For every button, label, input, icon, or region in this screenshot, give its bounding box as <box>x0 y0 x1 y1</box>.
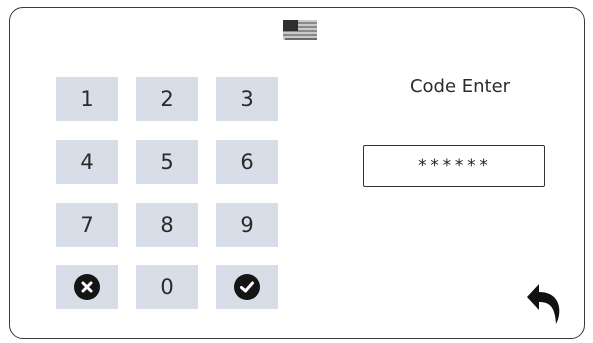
key-label: 3 <box>240 87 254 111</box>
key-label: 4 <box>80 150 94 174</box>
key-3[interactable]: 3 <box>216 77 278 121</box>
key-4[interactable]: 4 <box>56 140 118 184</box>
code-title: Code Enter <box>409 76 511 97</box>
key-2[interactable]: 2 <box>136 77 198 121</box>
code-input[interactable]: ****** <box>363 145 545 187</box>
key-label: 8 <box>160 213 174 237</box>
clear-icon <box>74 274 100 300</box>
key-label: 1 <box>80 87 94 111</box>
key-7[interactable]: 7 <box>56 203 118 247</box>
back-arrow-icon[interactable] <box>525 282 565 326</box>
key-label: 9 <box>240 213 254 237</box>
key-label: 6 <box>240 150 254 174</box>
key-9[interactable]: 9 <box>216 203 278 247</box>
key-label: 7 <box>80 213 94 237</box>
key-1[interactable]: 1 <box>56 77 118 121</box>
confirm-icon <box>234 274 260 300</box>
key-0[interactable]: 0 <box>136 265 198 309</box>
key-6[interactable]: 6 <box>216 140 278 184</box>
key-5[interactable]: 5 <box>136 140 198 184</box>
key-label: 2 <box>160 87 174 111</box>
key-label: 5 <box>160 150 174 174</box>
key-8[interactable]: 8 <box>136 203 198 247</box>
confirm-button[interactable] <box>216 265 278 309</box>
us-flag-icon[interactable] <box>283 20 317 40</box>
key-label: 0 <box>160 275 174 299</box>
clear-button[interactable] <box>56 265 118 309</box>
